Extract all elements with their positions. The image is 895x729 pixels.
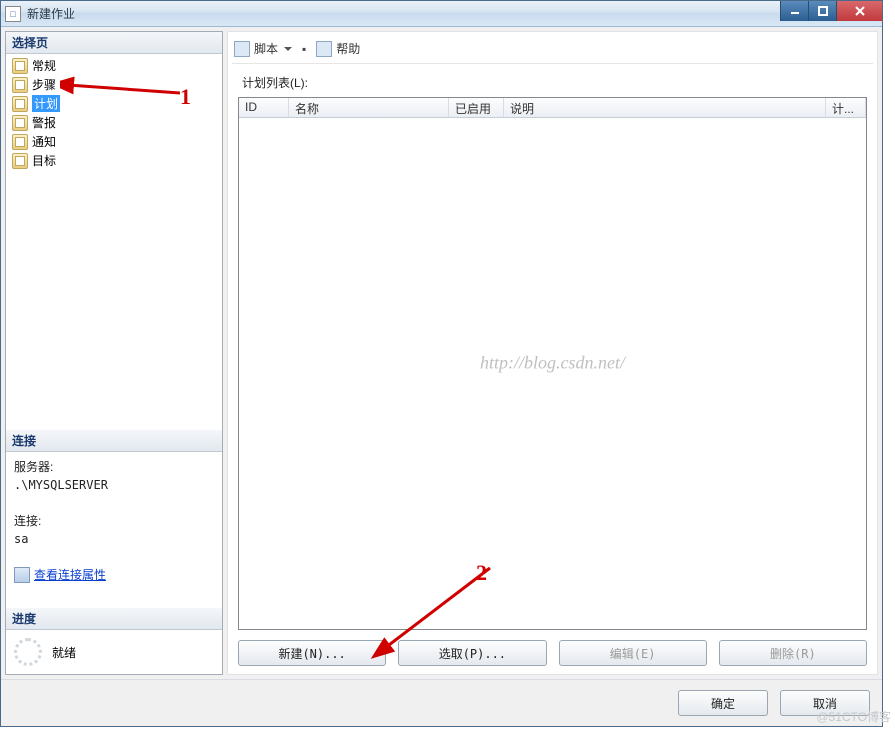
nav-item-alerts[interactable]: 警报 [6, 113, 222, 132]
server-icon [14, 567, 30, 583]
script-icon [234, 41, 250, 57]
section-progress-header: 进度 [6, 608, 222, 630]
col-enabled[interactable]: 已启用 [449, 98, 504, 117]
dropdown-icon [284, 47, 292, 51]
dialog-window: □ 新建作业 选择页 常规 步骤 计划 警报 通知 目标 连接 服务器: .\M… [0, 0, 883, 727]
grid-header: ID 名称 已启用 说明 计... [239, 98, 866, 118]
grid-body[interactable]: http://blog.csdn.net/ [239, 118, 866, 629]
body-area: 选择页 常规 步骤 计划 警报 通知 目标 连接 服务器: .\MYSQLSER… [1, 27, 882, 679]
maximize-button[interactable] [808, 1, 836, 21]
button-row: 新建(N)... 选取(P)... 编辑(E) 删除(R) [232, 630, 873, 670]
delete-button: 删除(R) [719, 640, 867, 666]
script-button[interactable]: 脚本 [234, 40, 292, 57]
new-button[interactable]: 新建(N)... [238, 640, 386, 666]
help-icon [316, 41, 332, 57]
page-icon [12, 58, 28, 74]
spinner-icon [14, 638, 42, 666]
view-connection-properties-link[interactable]: 查看连接属性 [14, 566, 106, 584]
pick-button[interactable]: 选取(P)... [398, 640, 546, 666]
page-icon [12, 96, 28, 112]
dialog-footer: 确定 取消 [1, 679, 882, 726]
col-name[interactable]: 名称 [289, 98, 449, 117]
section-select-header: 选择页 [6, 32, 222, 54]
right-pane: 脚本 ▪ 帮助 计划列表(L): ID 名称 已启用 说明 计... [227, 31, 878, 675]
left-pane: 选择页 常规 步骤 计划 警报 通知 目标 连接 服务器: .\MYSQLSER… [5, 31, 223, 675]
nav-item-notify[interactable]: 通知 [6, 132, 222, 151]
annotation-number-1: 1 [180, 84, 191, 110]
col-id[interactable]: ID [239, 98, 289, 117]
progress-block: 就绪 [6, 630, 222, 674]
minimize-button[interactable] [780, 1, 808, 21]
close-button[interactable] [836, 1, 882, 21]
titlebar[interactable]: □ 新建作业 [1, 1, 882, 27]
page-icon [12, 134, 28, 150]
server-value: .\MYSQLSERVER [14, 476, 214, 494]
list-label: 计划列表(L): [232, 64, 873, 97]
col-desc[interactable]: 说明 [504, 98, 826, 117]
corner-credit: @51CTO博客 [816, 708, 891, 725]
progress-status: 就绪 [52, 644, 76, 661]
page-icon [12, 77, 28, 93]
page-icon [12, 153, 28, 169]
app-icon: □ [5, 6, 21, 22]
page-icon [12, 115, 28, 131]
window-buttons [780, 1, 882, 21]
nav-item-target[interactable]: 目标 [6, 151, 222, 170]
nav-list: 常规 步骤 计划 警报 通知 目标 [6, 54, 222, 172]
window-title: 新建作业 [27, 5, 75, 22]
annotation-number-2: 2 [476, 560, 487, 586]
conn-label: 连接: [14, 512, 214, 530]
schedule-grid[interactable]: ID 名称 已启用 说明 计... http://blog.csdn.net/ [238, 97, 867, 630]
toolbar: 脚本 ▪ 帮助 [232, 36, 873, 64]
watermark-text: http://blog.csdn.net/ [480, 353, 625, 374]
ok-button[interactable]: 确定 [678, 690, 768, 716]
server-label: 服务器: [14, 458, 214, 476]
nav-item-general[interactable]: 常规 [6, 56, 222, 75]
connection-block: 服务器: .\MYSQLSERVER 连接: sa 查看连接属性 [6, 452, 222, 594]
help-button[interactable]: 帮助 [316, 40, 360, 57]
edit-button: 编辑(E) [559, 640, 707, 666]
conn-value: sa [14, 530, 214, 548]
col-plan[interactable]: 计... [826, 98, 866, 117]
section-conn-header: 连接 [6, 430, 222, 452]
